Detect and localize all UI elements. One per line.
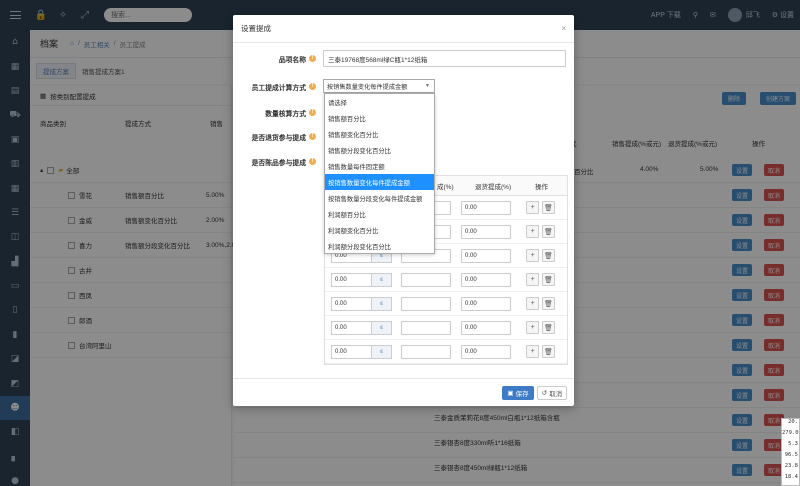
dropdown-option[interactable]: 销售额变化百分比	[325, 126, 434, 142]
add-tier-button[interactable]: +	[526, 201, 539, 214]
tier-return-input[interactable]: 0.00	[461, 201, 511, 215]
popup-value: 23.8	[784, 463, 798, 469]
info-icon: !	[309, 158, 316, 165]
label-item-name: 品项名称	[278, 57, 306, 64]
tier-return-input[interactable]: 0.00	[461, 225, 511, 239]
popup-value: 5.3	[788, 441, 798, 447]
tier-return-input[interactable]: 0.00	[461, 249, 511, 263]
calc-method-value: 按销售数量变化每件提成金额	[327, 83, 408, 91]
tier-col-return: 退货提成(%)	[475, 183, 512, 191]
modal-header: 设置提成	[233, 15, 574, 43]
delete-tier-button[interactable]: 🗑	[542, 249, 555, 262]
tier-sales-input[interactable]	[401, 345, 451, 359]
tier-lte-addon: ≤	[372, 297, 392, 311]
cancel-button[interactable]: ↺ 取消	[537, 386, 567, 400]
tier-from-input[interactable]: 0.00	[331, 273, 372, 287]
tier-row: 0.00 ≤0.00 + 🗑	[325, 316, 567, 340]
dropdown-option[interactable]: 按销售数量分段变化每件提成金额	[325, 190, 434, 206]
info-icon: !	[309, 55, 316, 62]
tier-row: 0.00 ≤0.00 + 🗑	[325, 340, 567, 364]
delete-tier-button[interactable]: 🗑	[542, 345, 555, 358]
item-name-field[interactable]: 三泰19768度568ml绿C瓶1*12纸箱	[323, 50, 566, 67]
add-tier-button[interactable]: +	[526, 225, 539, 238]
tier-lte-addon: ≤	[372, 321, 392, 335]
tier-from-input[interactable]: 0.00	[331, 321, 372, 335]
add-tier-button[interactable]: +	[526, 249, 539, 262]
info-icon: !	[309, 133, 316, 140]
popup-value: 96.5	[784, 452, 798, 458]
tier-return-input[interactable]: 0.00	[461, 321, 511, 335]
dropdown-option[interactable]: 利润额分段变化百分比	[325, 238, 434, 254]
tier-lte-addon: ≤	[372, 273, 392, 287]
add-tier-button[interactable]: +	[526, 321, 539, 334]
dropdown-option[interactable]: 利润额百分比	[325, 206, 434, 222]
calc-method-dropdown: 请选择 销售额百分比 销售额变化百分比 销售额分段变化百分比 销售数量每件固定额 按销售数…	[324, 93, 435, 254]
close-icon[interactable]: ×	[561, 24, 566, 33]
tier-col-ops: 操作	[535, 183, 548, 191]
delete-tier-button[interactable]: 🗑	[542, 321, 555, 334]
label-qty-method: 数量核算方式	[265, 111, 306, 118]
dropdown-option[interactable]: 按销售数量变化每件提成金额	[325, 174, 434, 190]
delete-tier-button[interactable]: 🗑	[542, 273, 555, 286]
chevron-down-icon: ▼	[425, 83, 430, 89]
cancel-label: 取消	[549, 391, 563, 398]
label-calc-method: 员工提成计算方式	[251, 85, 306, 92]
number-popup: 20. 279.0 5.3 96.5 23.8 18.4	[781, 418, 800, 486]
add-tier-button[interactable]: +	[526, 297, 539, 310]
tier-sales-input[interactable]	[401, 297, 451, 311]
tier-from-input[interactable]: 0.00	[331, 345, 372, 359]
save-icon: ▣	[507, 390, 514, 397]
tier-from-input[interactable]: 0.00	[331, 297, 372, 311]
tier-row: 0.00 ≤0.00 + 🗑	[325, 292, 567, 316]
delete-tier-button[interactable]: 🗑	[542, 297, 555, 310]
save-label: 保存	[515, 391, 529, 398]
delete-tier-button[interactable]: 🗑	[542, 201, 555, 214]
undo-icon: ↺	[541, 390, 548, 397]
dropdown-option[interactable]: 请选择	[325, 94, 434, 110]
tier-sales-input[interactable]	[401, 321, 451, 335]
dropdown-option[interactable]: 利润额变化百分比	[325, 222, 434, 238]
row-item-name: 品项名称 ! 三泰19768度568ml绿C瓶1*12纸箱	[233, 50, 574, 67]
info-icon: !	[309, 109, 316, 116]
tier-return-input[interactable]: 0.00	[461, 345, 511, 359]
info-icon: !	[309, 83, 316, 90]
calc-method-select[interactable]: 按销售数量变化每件提成金额 ▼	[323, 79, 435, 93]
modal-title: 设置提成	[241, 24, 271, 33]
popup-value: 279.0	[782, 430, 799, 436]
tier-row: 0.00 ≤0.00 + 🗑	[325, 268, 567, 292]
tier-return-input[interactable]: 0.00	[461, 297, 511, 311]
tier-col-sales: 成(%)	[437, 183, 454, 191]
tier-lte-addon: ≤	[372, 345, 392, 359]
save-button[interactable]: ▣ 保存	[502, 386, 534, 400]
tier-return-input[interactable]: 0.00	[461, 273, 511, 287]
label-display-join: 是否陈品参与提成	[251, 160, 306, 167]
dropdown-option[interactable]: 销售额百分比	[325, 110, 434, 126]
add-tier-button[interactable]: +	[526, 345, 539, 358]
modal-footer: ▣ 保存 ↺ 取消	[233, 378, 574, 406]
tier-sales-input[interactable]	[401, 273, 451, 287]
dropdown-option[interactable]: 销售额分段变化百分比	[325, 142, 434, 158]
add-tier-button[interactable]: +	[526, 273, 539, 286]
dropdown-option[interactable]: 销售数量每件固定额	[325, 158, 434, 174]
label-return-join: 是否退货参与提成	[251, 135, 306, 142]
delete-tier-button[interactable]: 🗑	[542, 225, 555, 238]
popup-value: 18.4	[784, 474, 798, 480]
popup-value: 20.	[788, 419, 798, 425]
